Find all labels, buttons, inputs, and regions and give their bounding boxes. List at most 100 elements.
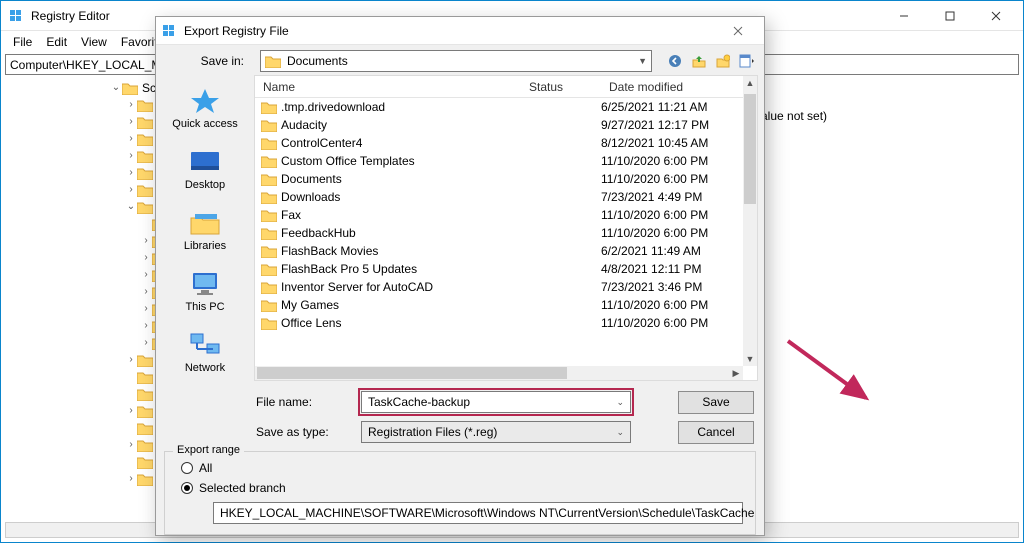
chevron-down-icon: ⌄ [616,427,624,438]
save-as-type-label: Save as type: [256,425,351,439]
tree-toggle-icon[interactable]: › [125,184,137,195]
tree-toggle-icon[interactable]: › [125,473,137,484]
folder-icon [137,132,157,146]
back-button[interactable] [666,52,684,70]
export-range-all[interactable]: All [173,458,747,478]
tree-item-label: Sc [142,81,156,95]
network-icon [188,330,222,360]
place-network[interactable]: Network [156,322,254,383]
tree-toggle-icon[interactable]: › [140,252,152,263]
menu-view[interactable]: View [75,33,113,51]
place-desktop[interactable]: Desktop [156,138,254,199]
file-row[interactable]: Downloads7/23/2021 4:49 PM [255,188,743,206]
file-date: 11/10/2020 6:00 PM [601,172,741,186]
file-date: 4/8/2021 12:11 PM [601,262,741,276]
file-row[interactable]: .tmp.drivedownload6/25/2021 11:21 AM [255,98,743,116]
file-list-header[interactable]: Name Status Date modified [255,76,757,98]
tree-toggle-icon[interactable]: › [140,337,152,348]
menu-file[interactable]: File [7,33,38,51]
tree-toggle-icon[interactable]: › [125,439,137,450]
folder-icon [261,262,277,276]
folder-icon [261,244,277,258]
folder-icon [261,172,277,186]
place-this-pc[interactable]: This PC [156,261,254,322]
file-row[interactable]: Inventor Server for AutoCAD7/23/2021 3:4… [255,278,743,296]
file-name: FeedbackHub [281,226,356,240]
scrollbar-thumb[interactable] [744,94,756,204]
minimize-button[interactable] [881,1,927,31]
scroll-down-arrow-icon[interactable]: ▼ [743,352,757,366]
scroll-right-arrow-icon[interactable]: ▶ [729,366,743,380]
tree-toggle-icon[interactable]: › [125,167,137,178]
place-libraries[interactable]: Libraries [156,199,254,260]
file-row[interactable]: ControlCenter48/12/2021 10:45 AM [255,134,743,152]
tree-toggle-icon[interactable]: › [140,303,152,314]
place-label: This PC [185,301,224,313]
column-name[interactable]: Name [255,80,521,94]
place-quick-access[interactable]: Quick access [156,77,254,138]
tree-toggle-icon[interactable]: › [125,133,137,144]
vertical-scrollbar[interactable]: ▲ ▼ [743,76,757,366]
cancel-button[interactable]: Cancel [678,421,754,444]
save-button[interactable]: Save [678,391,754,414]
column-date[interactable]: Date modified [601,80,741,94]
file-date: 9/27/2021 12:17 PM [601,118,741,132]
selected-branch-input[interactable]: HKEY_LOCAL_MACHINE\SOFTWARE\Microsoft\Wi… [213,502,743,524]
dialog-close-button[interactable] [718,19,758,43]
file-row[interactable]: Documents11/10/2020 6:00 PM [255,170,743,188]
scrollbar-thumb[interactable] [257,367,567,379]
file-row[interactable]: FlashBack Pro 5 Updates4/8/2021 12:11 PM [255,260,743,278]
tree-toggle-icon[interactable]: › [140,320,152,331]
tree-toggle-icon[interactable]: › [125,354,137,365]
libraries-icon [188,208,222,238]
file-row[interactable]: FlashBack Movies6/2/2021 11:49 AM [255,242,743,260]
place-label: Network [185,362,225,374]
place-label: Quick access [172,118,237,130]
tree-toggle-icon[interactable]: › [125,99,137,110]
new-folder-button[interactable] [714,52,732,70]
tree-toggle-icon[interactable]: › [125,405,137,416]
tree-toggle-icon[interactable]: ⌄ [125,201,137,212]
folder-icon [261,316,277,330]
column-status[interactable]: Status [521,80,601,94]
export-range-selected[interactable]: Selected branch [173,478,747,498]
radio-icon [181,462,193,474]
tree-toggle-icon[interactable]: › [140,286,152,297]
tree-toggle-icon[interactable]: › [125,116,137,127]
tree-toggle-icon[interactable]: › [140,235,152,246]
file-date: 6/2/2021 11:49 AM [601,244,741,258]
file-row[interactable]: Fax11/10/2020 6:00 PM [255,206,743,224]
tree-toggle-icon[interactable]: › [140,269,152,280]
maximize-button[interactable] [927,1,973,31]
menu-edit[interactable]: Edit [40,33,73,51]
file-name: Office Lens [281,316,341,330]
file-row[interactable]: Office Lens11/10/2020 6:00 PM [255,314,743,332]
folder-icon [137,353,157,367]
chevron-down-icon: ▼ [638,56,647,66]
close-button[interactable] [973,1,1019,31]
file-row[interactable]: My Games11/10/2020 6:00 PM [255,296,743,314]
file-name: Downloads [281,190,340,204]
file-row[interactable]: FeedbackHub 11/10/2020 6:00 PM [255,224,743,242]
scroll-up-arrow-icon[interactable]: ▲ [743,76,757,90]
file-row[interactable]: Audacity9/27/2021 12:17 PM [255,116,743,134]
folder-icon [261,190,277,204]
save-in-combo[interactable]: Documents ▼ [260,50,652,72]
file-date: 11/10/2020 6:00 PM [601,298,741,312]
file-row[interactable]: Custom Office Templates11/10/2020 6:00 P… [255,152,743,170]
tree-toggle-icon[interactable]: › [125,150,137,161]
file-name-input[interactable]: TaskCache-backup ⌄ [361,391,631,413]
up-one-level-button[interactable] [690,52,708,70]
view-menu-button[interactable] [738,52,756,70]
folder-icon [137,370,157,384]
file-name: ControlCenter4 [281,136,362,150]
this-pc-icon [188,269,222,299]
tree-toggle-icon[interactable]: ⌄ [110,82,122,93]
file-list[interactable]: Name Status Date modified .tmp.drivedown… [254,75,758,381]
file-date: 11/10/2020 6:00 PM [601,226,741,240]
registry-editor-icon [9,8,25,24]
horizontal-scrollbar[interactable]: ◀ ▶ [255,366,743,380]
save-as-type-value: Registration Files (*.reg) [368,425,497,439]
folder-icon [137,387,157,401]
save-as-type-combo[interactable]: Registration Files (*.reg) ⌄ [361,421,631,443]
